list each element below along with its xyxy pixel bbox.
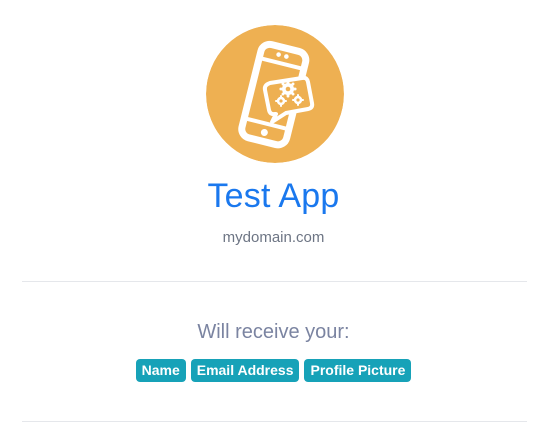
app-logo	[206, 25, 344, 163]
consent-panel: Test App mydomain.com Will receive your:…	[0, 0, 547, 443]
scope-badge-profile-picture: Profile Picture	[304, 359, 412, 382]
scope-badge-email-address: Email Address	[190, 359, 300, 382]
scope-heading: Will receive your:	[197, 321, 350, 343]
app-domain: mydomain.com	[222, 229, 325, 246]
phone-chat-gears-icon	[206, 25, 344, 163]
scope-list: Name Email Address Profile Picture	[0, 359, 547, 382]
divider	[22, 421, 527, 422]
divider	[22, 281, 527, 282]
scope-badge-name: Name	[135, 359, 186, 382]
app-name: Test App	[207, 177, 340, 215]
